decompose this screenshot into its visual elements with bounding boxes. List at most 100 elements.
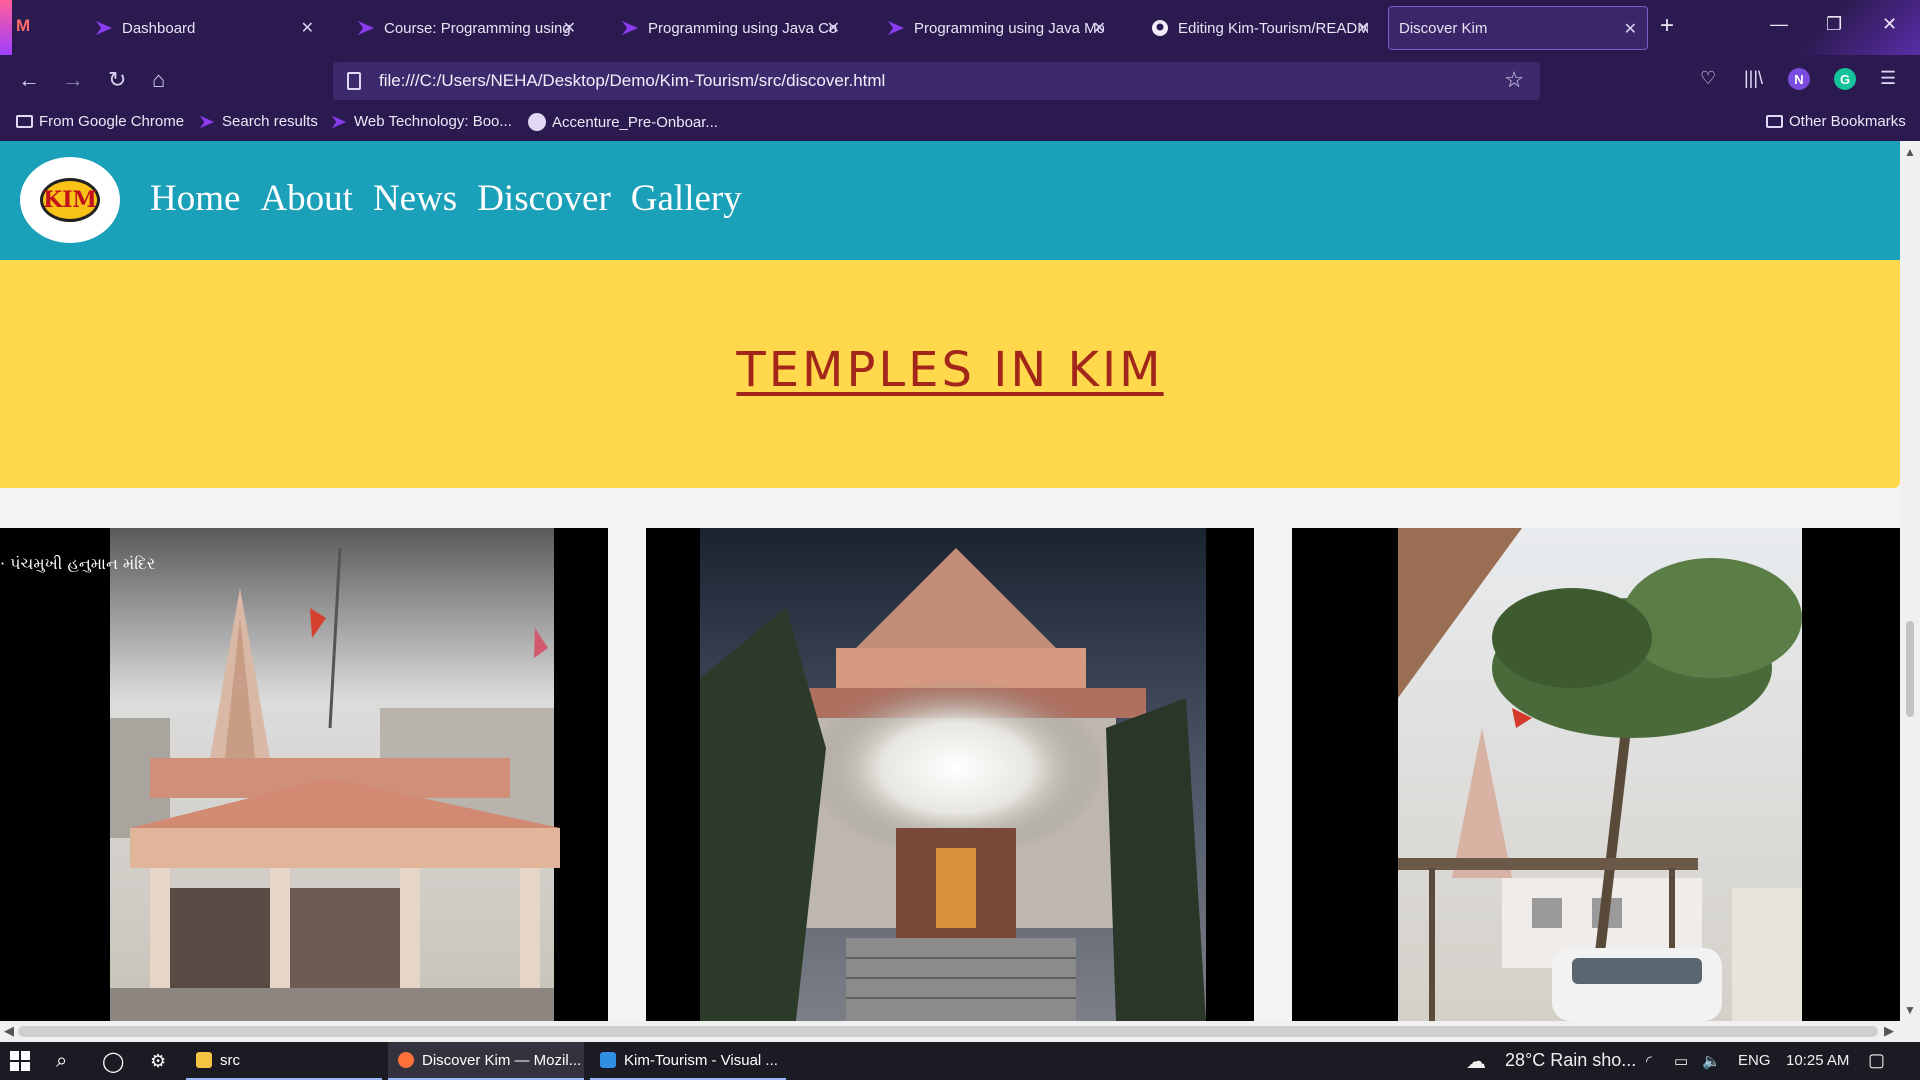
arrow-favicon-icon [886,19,906,37]
arrow-favicon-icon [94,19,114,37]
github-icon [528,113,546,131]
bookmark-other[interactable]: Other Bookmarks [1766,113,1906,130]
settings-gear-icon[interactable]: ⚙ [150,1042,180,1080]
tab-discover-kim[interactable]: Discover Kim ✕ [1388,6,1648,50]
temple-photo-1 [0,528,608,1021]
firefox-icon [398,1052,414,1068]
clock-time[interactable]: 10:25 AM [1786,1052,1849,1069]
profile-initial: N [1788,68,1810,90]
taskbar-app-label: src [220,1051,240,1069]
back-arrow-icon[interactable]: ← [18,67,40,93]
taskbar-app-firefox[interactable]: Discover Kim — Mozil... [388,1042,584,1080]
wifi-icon[interactable]: ◜ [1646,1052,1652,1070]
close-icon[interactable]: ✕ [1093,18,1106,38]
scrollbar-thumb[interactable] [1906,621,1914,717]
tab-title: Programming using Java Mo [914,19,1104,37]
taskbar-app-vscode[interactable]: Kim-Tourism - Visual ... [590,1042,786,1080]
close-icon[interactable]: ✕ [1357,18,1370,38]
folder-icon [196,1052,212,1068]
scroll-left-icon[interactable]: ◀ [4,1023,14,1039]
bookmark-web-technology[interactable]: Web Technology: Boo... [330,113,512,130]
notifications-icon[interactable]: ▢ [1868,1050,1885,1071]
window-accent [0,0,12,55]
arrow-favicon-icon [620,19,640,37]
temple-photo-3-palms [1292,528,1900,1021]
grammarly-initial: G [1834,68,1856,90]
bookmark-from-google-chrome[interactable]: From Google Chrome [16,113,184,130]
tab-java-mo[interactable]: Programming using Java Mo ✕ [864,6,1116,50]
arrow-favicon-icon [199,115,215,128]
windows-start-icon[interactable] [10,1042,40,1080]
url-bar[interactable]: file:///C:/Users/NEHA/Desktop/Demo/Kim-T… [333,62,1540,100]
hero-banner: TEMPLES IN KIM [0,260,1900,488]
gmail-icon[interactable]: M [16,16,38,38]
close-icon[interactable]: ✕ [1624,19,1637,39]
url-text[interactable]: file:///C:/Users/NEHA/Desktop/Demo/Kim-T… [379,71,885,91]
new-tab-button[interactable]: + [1660,12,1674,40]
bookmark-label: Web Technology: Boo... [354,113,512,130]
site-nav-bar: KIM Home About News Discover Gallery [0,141,1900,260]
reload-icon[interactable]: ↻ [108,67,126,93]
menu-home-link[interactable]: Home [150,177,240,220]
weather-cloud-icon[interactable]: ☁ [1466,1049,1486,1074]
page-title[interactable]: TEMPLES IN KIM [0,342,1900,398]
card-caption: · પંચમુખી હનુમાન મંદિર [0,554,156,573]
temple-card-1[interactable]: · પંચમુખી હનુમાન મંદિર [0,528,608,1021]
menu-discover-link[interactable]: Discover [477,177,611,220]
horizontal-scrollbar[interactable]: ◀ ▶ [0,1021,1920,1042]
minimize-icon[interactable]: — [1770,14,1788,35]
site-menu: Home About News Discover Gallery [150,177,742,220]
menu-news-link[interactable]: News [373,177,457,220]
profile-avatar[interactable]: N [1788,68,1810,90]
tab-github-readme[interactable]: Editing Kim-Tourism/READM ✕ [1128,6,1380,50]
language-indicator[interactable]: ENG [1738,1052,1771,1069]
restore-icon[interactable]: ❐ [1826,14,1842,35]
forward-arrow-icon[interactable]: → [62,67,84,93]
tab-dashboard[interactable]: Dashboard ✕ [72,6,324,50]
menu-hamburger-icon[interactable]: ☰ [1880,68,1896,89]
tab-java-con[interactable]: Programming using Java Con ✕ [598,6,850,50]
grammarly-icon[interactable]: G [1834,68,1856,90]
vertical-scrollbar[interactable]: ▲ ▼ [1900,141,1920,1021]
close-icon[interactable]: ✕ [563,18,576,38]
github-icon [1150,19,1170,37]
scroll-right-icon[interactable]: ▶ [1884,1023,1894,1039]
temple-card-3[interactable] [1292,528,1900,1021]
arrow-favicon-icon [331,115,347,128]
scroll-up-icon[interactable]: ▲ [1904,145,1916,159]
bookmark-search-results[interactable]: Search results [198,113,318,130]
weather-text[interactable]: 28°C Rain sho... [1505,1050,1636,1071]
volume-icon[interactable]: 🔈 [1702,1052,1721,1070]
bookmark-accenture[interactable]: Accenture_Pre-Onboar... [528,113,718,131]
search-icon[interactable]: ⌕ [56,1042,86,1080]
tab-course[interactable]: Course: Programming using J ✕ [334,6,586,50]
battery-icon[interactable]: ▭ [1674,1052,1688,1070]
bookmarks-bar: From Google Chrome Search results Web Te… [0,107,1920,141]
menu-about-link[interactable]: About [260,177,353,220]
scrollbar-thumb[interactable] [18,1026,1878,1037]
taskbar-app-label: Kim-Tourism - Visual ... [624,1051,778,1069]
cortana-icon[interactable]: ◯ [102,1042,132,1080]
scroll-down-icon[interactable]: ▼ [1904,1003,1916,1017]
close-icon[interactable]: ✕ [827,18,840,38]
close-icon[interactable]: ✕ [301,18,314,38]
tab-title: Dashboard [122,19,196,37]
bookmark-label: Other Bookmarks [1789,113,1906,130]
kim-logo[interactable]: KIM [20,157,120,243]
temple-card-2[interactable] [646,528,1254,1021]
pocket-icon[interactable]: ♡ [1700,68,1716,89]
bookmark-star-icon[interactable]: ☆ [1504,67,1524,93]
menu-gallery-link[interactable]: Gallery [631,177,742,220]
taskbar-app-explorer[interactable]: src [186,1042,382,1080]
windows-taskbar: ⌕ ◯ ⚙ src Discover Kim — Mozil... Kim-To… [0,1042,1920,1080]
bookmark-label: Search results [222,113,318,130]
folder-icon [16,115,33,128]
page-icon [347,72,361,90]
library-icon[interactable]: |||\ [1744,68,1763,89]
logo-text: KIM [40,178,100,222]
home-icon[interactable]: ⌂ [152,67,165,93]
tab-title: Discover Kim [1399,19,1488,37]
close-window-icon[interactable]: ✕ [1882,14,1897,35]
tab-title: Editing Kim-Tourism/READM [1178,19,1368,37]
taskbar-app-label: Discover Kim — Mozil... [422,1051,582,1069]
